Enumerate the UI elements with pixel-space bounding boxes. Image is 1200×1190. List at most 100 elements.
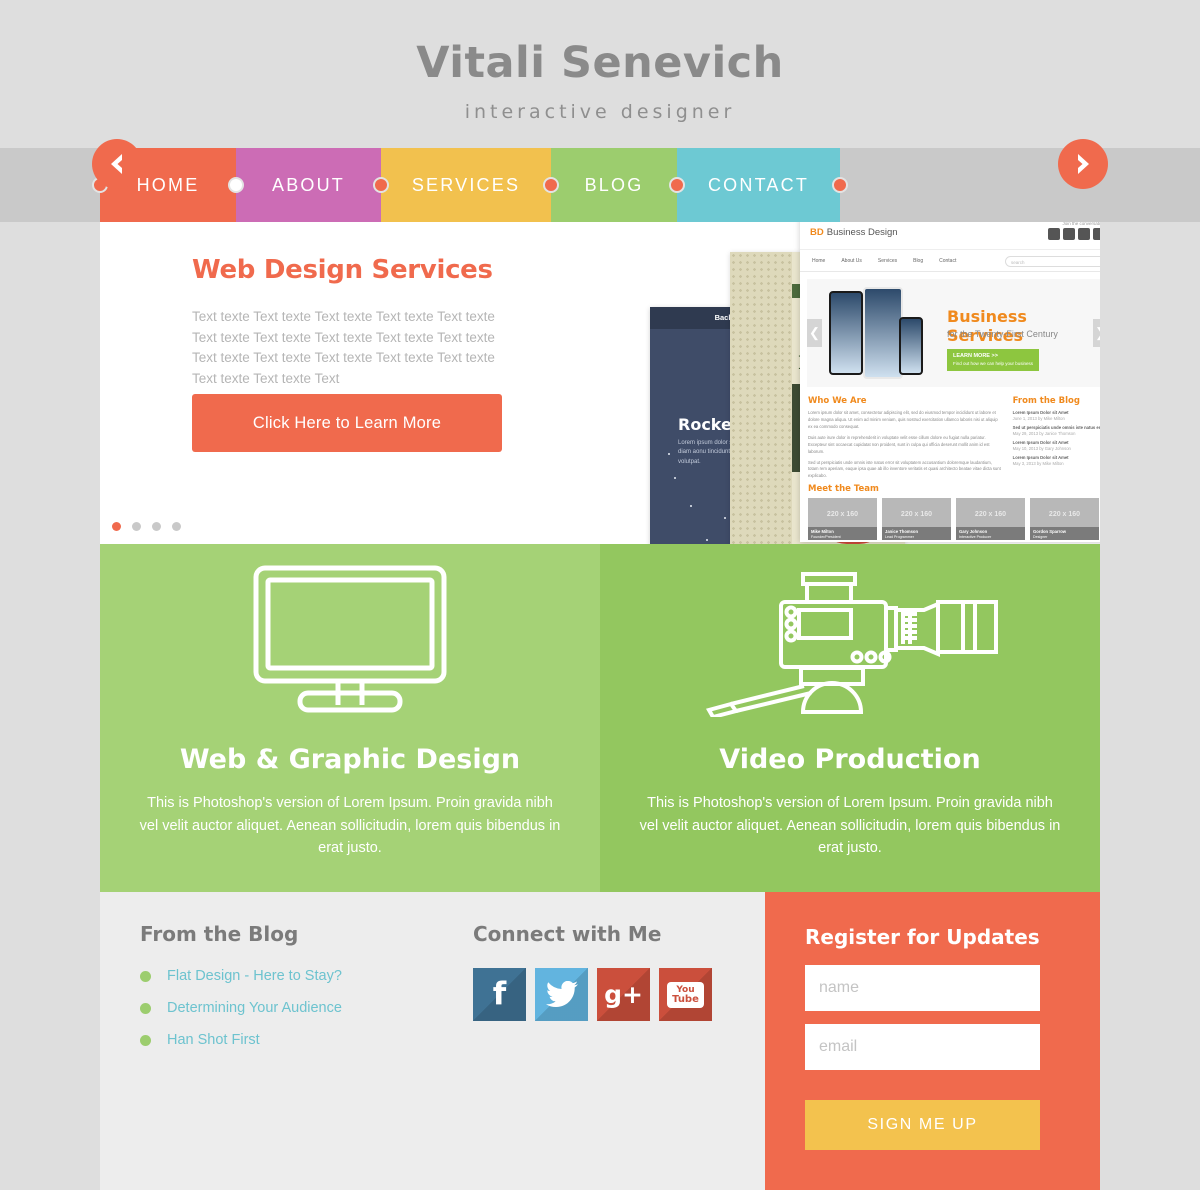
mockup-bd-logo: BD Business Design [810, 227, 898, 238]
mockup-bd-who-p2: Duis aute irure dolor in reprehenderit i… [808, 434, 990, 454]
blog-list: Flat Design - Here to Stay? Determining … [140, 968, 342, 1048]
mockup-bd-header: BD Business Design Join the conversation [800, 222, 1100, 250]
slide-mockups: Back Home Rocket-Man Lorem ipsum dolor s… [545, 222, 1100, 544]
nav-connector-dot [832, 177, 848, 193]
service-video-production: Video Production This is Photoshop's ver… [600, 544, 1100, 892]
blog-list-item[interactable]: Han Shot First [140, 1032, 342, 1048]
mockup-bd-nav-item: About Us [841, 257, 862, 264]
video-camera-icon [600, 554, 1100, 724]
mockup-bd-blog-title: From the Blog [1012, 396, 1080, 406]
slider-dot-1[interactable] [112, 522, 121, 531]
slider-dot-4[interactable] [172, 522, 181, 531]
mockup-bd-blog-item: Lorem Ipsum Dolor sit Amet May 10, 2013 b… [1012, 440, 1071, 451]
mockup-bd-team-card: 220 x 160 Mike MiltonFounder/President L… [808, 498, 877, 542]
services-section: Web & Graphic Design This is Photoshop's… [100, 544, 1100, 892]
register-panel: Register for Updates SIGN ME UP [765, 892, 1100, 1190]
page-root: Vitali Senevich interactive designer HOM… [0, 0, 1200, 1190]
learn-more-button[interactable]: Click Here to Learn More [192, 394, 502, 452]
nav-connector-dot [373, 177, 389, 193]
mockup-bd-search: search [1005, 256, 1100, 267]
mockup-bd-prev-arrow: ❮ [807, 319, 822, 347]
mockup-bd-team-card: 220 x 160 Janice Thomson Lead Programmer … [882, 498, 951, 542]
mockup-bd-hero: Business Services for the Twenty-First C… [807, 279, 1100, 387]
mockup-bd-team-card: 220 x 160 Gary Johnson Interactive Produc… [956, 498, 1025, 542]
blog-link[interactable]: Han Shot First [167, 1032, 260, 1048]
hero-slider: Web Design Services Text texte Text text… [100, 222, 1100, 544]
google-plus-icon[interactable]: g+ [597, 968, 650, 1021]
name-input[interactable] [805, 965, 1040, 1011]
blog-list-item[interactable]: Determining Your Audience [140, 1000, 342, 1016]
mockup-bd-team-cards: 220 x 160 Mike MiltonFounder/President L… [808, 498, 1100, 542]
slider-prev-button[interactable] [92, 139, 142, 189]
mockup-bd-join-label: Join the conversation [1062, 222, 1100, 226]
facebook-icon[interactable]: f [473, 968, 526, 1021]
nav-label: SERVICES [411, 174, 521, 195]
mockup-bd-social-icons [1048, 228, 1100, 240]
nav-item-blog[interactable]: BLOG [551, 148, 677, 222]
slider-next-button[interactable] [1058, 139, 1108, 189]
mockup-bd-nav-item: Blog [913, 257, 924, 264]
mockup-bd-next-arrow: ❯ [1093, 319, 1100, 347]
service-title: Web & Graphic Design [179, 744, 521, 775]
service-web-graphic-design: Web & Graphic Design This is Photoshop's… [100, 544, 600, 892]
chevron-left-icon [111, 154, 122, 174]
nav-label: ABOUT [271, 174, 345, 195]
register-heading: Register for Updates [805, 925, 1040, 949]
mockup-bd-blog-item: Sed ut perspiciatis unde omnis iste natu… [1012, 425, 1100, 436]
navigation-items: HOME ABOUT SERVICES BLOG CONTACT [100, 148, 840, 222]
mockup-bd-who-title: Who We Are [808, 396, 867, 406]
nav-label: CONTACT [707, 174, 810, 195]
mockup-bd-team: Meet the Team 220 x 160 Mike Milton Found… [800, 480, 1100, 542]
nav-item-contact[interactable]: CONTACT [677, 148, 840, 222]
mockup-retro-pattern [730, 252, 792, 544]
mockup-bd-blog-item: Lorem Ipsum Dolor sit Amet June 1, 2013 b… [1012, 410, 1069, 421]
chevron-right-icon [1078, 154, 1089, 174]
social-column: Connect with Me f g+ You Tube [473, 922, 712, 1021]
service-body: This is Photoshop's version of Lorem Ips… [139, 795, 561, 857]
slide-body: Text texte Text texte Text texte Text te… [192, 309, 495, 386]
twitter-icon[interactable] [535, 968, 588, 1021]
slide-title: Web Design Services [192, 255, 493, 285]
mockup-bd-nav-item: Home [812, 257, 826, 264]
page-title: Vitali Senevich [416, 38, 784, 88]
nav-label: HOME [136, 174, 200, 195]
slide-text-block: Web Design Services Text texte Text text… [192, 255, 512, 389]
blog-link[interactable]: Flat Design - Here to Stay? [167, 968, 342, 984]
social-links: f g+ You Tube [473, 968, 712, 1021]
blog-link[interactable]: Determining Your Audience [167, 1000, 342, 1016]
slider-dot-3[interactable] [152, 522, 161, 531]
nav-connector-dot [543, 177, 559, 193]
blog-list-item[interactable]: Flat Design - Here to Stay? [140, 968, 342, 984]
sign-me-up-button[interactable]: SIGN ME UP [805, 1100, 1040, 1150]
social-heading: Connect with Me [473, 922, 662, 946]
mockup-bd-who-p1: Lorem ipsum dolor sit amet, consectetur … [808, 410, 998, 429]
service-title: Video Production [719, 744, 981, 775]
blog-column: From the Blog Flat Design - Here to Stay… [140, 922, 342, 1064]
blog-heading: From the Blog [140, 922, 299, 946]
mockup-bd-blog-item: Lorem Ipsum Dolor sit Amet May 3, 2013 by… [1012, 455, 1069, 466]
youtube-icon[interactable]: You Tube [659, 968, 712, 1021]
mockup-bd-columns: Who We Are Lorem ipsum dolor sit amet, c… [800, 394, 1100, 480]
bullet-icon [140, 970, 151, 982]
site-header: Vitali Senevich interactive designer [0, 0, 1200, 148]
email-input[interactable] [805, 1024, 1040, 1070]
mockup-bd-team-title: Meet the Team [808, 484, 879, 495]
nav-item-services[interactable]: SERVICES [381, 148, 551, 222]
mockup-bd-who-p3: Sed ut perspiciatis unde omnis iste natu… [808, 459, 1001, 479]
service-body: This is Photoshop's version of Lorem Ips… [639, 795, 1061, 857]
nav-item-about[interactable]: ABOUT [236, 148, 381, 222]
content-column: Web Design Services Text texte Text text… [100, 222, 1100, 1190]
navigation-bar: HOME ABOUT SERVICES BLOG CONTACT [0, 148, 1200, 222]
bullet-icon [140, 1034, 151, 1046]
mockup-bd-hero-subtitle: for the Twenty-First Century [947, 329, 1058, 339]
slider-pagination [112, 522, 181, 531]
mockup-bd-team-card: 220 x 160 Gordon SparrowDesigner Lorem i… [1030, 498, 1099, 542]
slider-dot-2[interactable] [132, 522, 141, 531]
nav-connector-dot [228, 177, 244, 193]
mockup-business-design: BD Business Design Join the conversation… [800, 222, 1100, 542]
mockup-bd-nav-item: Services [877, 257, 898, 264]
nav-label: BLOG [584, 174, 644, 195]
monitor-icon [100, 554, 600, 724]
page-tagline: interactive designer [464, 101, 736, 123]
mockup-bd-hero-title: Business Services [947, 307, 1027, 345]
